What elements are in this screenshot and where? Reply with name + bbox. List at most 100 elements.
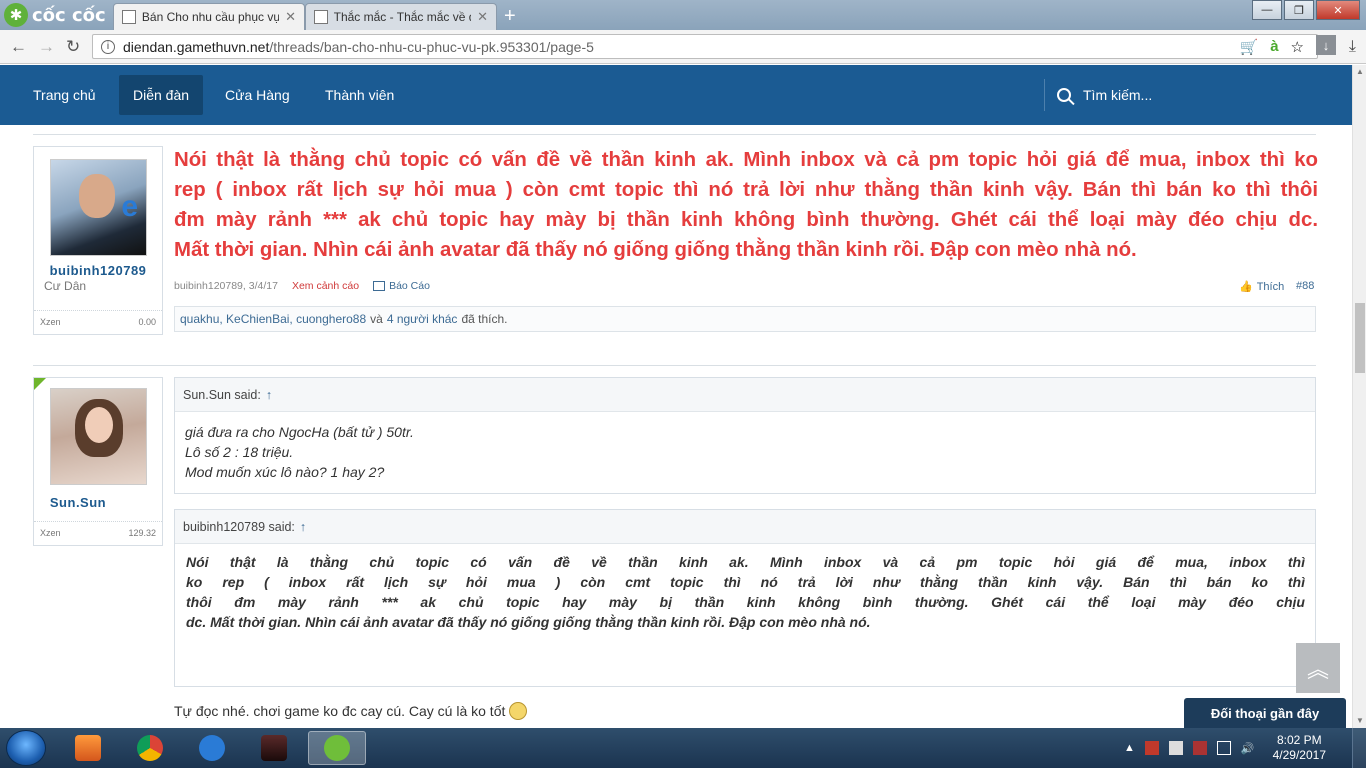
restore-icon[interactable]: ❐ xyxy=(1284,0,1314,20)
post-line: Nói thật là thằng chủ topic có vấn đề về… xyxy=(174,149,1318,171)
quote-header: Sun.Sun said: ↑ xyxy=(175,378,1315,412)
close-window-icon[interactable]: ✕ xyxy=(1316,0,1360,20)
post-message: Nói thật là thằng chủ topic có vấn đề về… xyxy=(174,145,1318,265)
tab-close-icon[interactable]: ✕ xyxy=(285,9,296,25)
browser-tab-inactive[interactable]: Thắc mắc - Thắc mắc về q ✕ xyxy=(305,3,497,30)
tab-close-icon[interactable]: ✕ xyxy=(477,9,488,25)
quote-line: Nói thật là thằng chủ topic có vấn đề về… xyxy=(186,554,1305,570)
clock-date: 4/29/2017 xyxy=(1272,748,1326,762)
quote-line: thôi đm mày rảnh *** ak chủ topic hay mà… xyxy=(186,594,1305,610)
browser-tab-active[interactable]: Bán Cho nhu cầu phục vụ ✕ xyxy=(113,3,305,30)
quote-line: Lô số 2 : 18 triệu. xyxy=(185,444,294,460)
quote-body: giá đưa ra cho NgocHa (bất tử ) 50tr. Lô… xyxy=(175,412,1315,492)
taskbar-chrome[interactable] xyxy=(124,731,176,765)
page-favicon-icon xyxy=(314,10,328,24)
bookmark-star-icon[interactable]: ☆ xyxy=(1291,38,1304,56)
xzen-value: 0.00 xyxy=(138,316,156,327)
username[interactable]: buibinh120789 xyxy=(34,263,162,278)
avatar[interactable] xyxy=(50,388,147,485)
scroll-up-icon[interactable]: ▲ xyxy=(1353,65,1366,79)
coccoc-icon xyxy=(324,735,350,761)
jump-to-quote-icon[interactable]: ↑ xyxy=(300,520,306,534)
post-divider xyxy=(33,134,1316,135)
nav-item-members[interactable]: Thành viên xyxy=(311,75,408,115)
nav-item-home[interactable]: Trang chủ xyxy=(19,75,110,115)
tray-app-icon[interactable] xyxy=(1192,741,1207,755)
nav-item-forum[interactable]: Diễn đàn xyxy=(119,75,204,115)
download-icon[interactable]: ↓ xyxy=(1316,35,1336,55)
scroll-down-icon[interactable]: ▼ xyxy=(1353,714,1366,728)
double-chevron-up-icon: ︽ xyxy=(1306,657,1329,682)
post-number[interactable]: #88 xyxy=(1296,280,1314,292)
search-icon xyxy=(1057,88,1071,102)
username[interactable]: Sun.Sun xyxy=(14,495,142,510)
taskbar-media-player[interactable] xyxy=(62,731,114,765)
thumbs-up-icon: 👍 xyxy=(1239,281,1253,293)
likes-others-link[interactable]: 4 người khác xyxy=(387,312,458,326)
site-search[interactable]: Tìm kiếm... xyxy=(1044,79,1152,111)
address-bar-icons: 🛒 à ☆ ↓ xyxy=(1240,35,1336,56)
new-tab-icon[interactable]: + xyxy=(504,5,516,28)
quote-author: Sun.Sun said: xyxy=(183,387,261,402)
likes-and: và xyxy=(370,312,383,326)
internet-explorer-icon xyxy=(199,735,225,761)
scrollbar-thumb[interactable] xyxy=(1355,303,1365,373)
address-bar[interactable]: i diendan.gamethuvn.net/threads/ban-cho-… xyxy=(92,34,1318,59)
reply-text-row: Tự đọc nhé. chơi game ko đc cay cú. Cay … xyxy=(174,702,528,720)
like-label: Thích xyxy=(1256,280,1285,293)
taskbar-coccoc[interactable] xyxy=(308,731,366,765)
thinking-emoji-icon xyxy=(509,702,528,720)
avatar[interactable] xyxy=(50,159,147,256)
jump-to-quote-icon[interactable]: ↑ xyxy=(266,388,272,402)
post-line: đm mày rảnh *** ak chủ topic hay mày bị … xyxy=(174,209,1318,231)
report-icon xyxy=(373,281,386,291)
taskbar-game[interactable] xyxy=(248,731,300,765)
show-desktop-button[interactable] xyxy=(1352,728,1366,768)
tray-app-icon[interactable] xyxy=(1168,741,1183,755)
media-player-icon xyxy=(75,735,101,761)
start-button[interactable] xyxy=(6,730,46,766)
search-label: Tìm kiếm... xyxy=(1083,87,1153,103)
spellcheck-icon[interactable]: à xyxy=(1270,38,1278,56)
cart-icon[interactable]: 🛒 xyxy=(1240,38,1259,56)
volume-icon[interactable]: 🔊 xyxy=(1241,742,1255,755)
quote-line: ko rep ( inbox rất lịch sự hỏi mua ) còn… xyxy=(186,574,1305,590)
like-button[interactable]: 👍 Thích xyxy=(1239,280,1285,294)
coccoc-logo[interactable]: ✱ cốc cốc xyxy=(0,0,110,30)
post-line: rep ( inbox rất lịch sự hỏi mua ) còn cm… xyxy=(174,179,1318,201)
quote-header: buibinh120789 said: ↑ xyxy=(175,510,1315,544)
page-scrollbar[interactable]: ▲ ▼ xyxy=(1352,65,1366,728)
nav-item-store[interactable]: Cửa Hàng xyxy=(211,75,304,115)
system-clock[interactable]: 8:02 PM 4/29/2017 xyxy=(1273,733,1326,763)
antivirus-icon[interactable] xyxy=(1144,741,1159,755)
browser-menu-icon[interactable]: ⤓ xyxy=(1349,38,1356,56)
liked-users[interactable]: quakhu, KeChienBai, cuonghero88 xyxy=(180,312,366,326)
browser-toolbar: ← → ↻ i diendan.gamethuvn.net/threads/ba… xyxy=(0,30,1366,64)
site-info-icon[interactable]: i xyxy=(101,39,115,54)
scroll-to-top-button[interactable]: ︽ xyxy=(1296,643,1340,693)
network-icon[interactable] xyxy=(1216,741,1231,755)
post-user-card: buibinh120789 Cư Dân Xzen 0.00 xyxy=(33,146,163,335)
likes-suffix: đã thích. xyxy=(461,312,508,326)
url-path: /threads/ban-cho-nhu-cu-phuc-vu-pk.95330… xyxy=(269,38,594,55)
coccoc-logo-icon: ✱ xyxy=(4,3,28,27)
xzen-label: Xzen xyxy=(40,316,61,327)
clock-time: 8:02 PM xyxy=(1276,733,1322,747)
xzen-value: 129.32 xyxy=(128,527,156,538)
view-warning-link[interactable]: Xem cảnh cáo xyxy=(292,280,359,292)
post-user-card: Sun.Sun Xzen 129.32 xyxy=(33,377,163,546)
reply-text: Tự đọc nhé. chơi game ko đc cay cú. Cay … xyxy=(174,703,506,719)
tray-expand-icon[interactable]: ▲ xyxy=(1124,742,1135,754)
recent-conversations-button[interactable]: Đối thoại gần đây xyxy=(1184,698,1346,728)
forward-icon[interactable]: → xyxy=(38,37,55,57)
quote-block: buibinh120789 said: ↑ Nói thật là thằng … xyxy=(174,509,1316,687)
window-controls: — ❐ ✕ xyxy=(1252,0,1360,20)
windows-taskbar: ▲ 🔊 8:02 PM 4/29/2017 xyxy=(0,728,1366,768)
minimize-icon[interactable]: — xyxy=(1252,0,1282,20)
back-icon[interactable]: ← xyxy=(10,37,27,57)
reload-icon[interactable]: ↻ xyxy=(66,37,80,57)
post-author-date[interactable]: buibinh120789, 3/4/17 xyxy=(174,280,278,292)
report-link[interactable]: Báo Cáo xyxy=(373,280,430,292)
post-line: Mất thời gian. Nhìn cái ảnh avatar đã th… xyxy=(174,239,1137,261)
taskbar-ie[interactable] xyxy=(186,731,238,765)
